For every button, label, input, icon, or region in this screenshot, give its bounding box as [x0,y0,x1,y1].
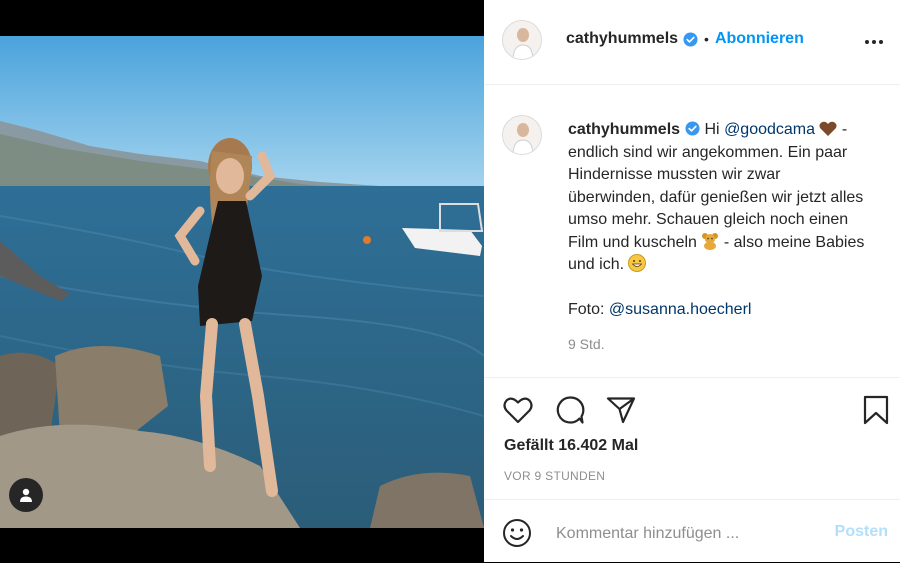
bookmark-icon [863,395,889,425]
photo-illustration [0,36,484,528]
more-options-button[interactable] [862,30,886,54]
grinning-face-emoji [628,254,647,272]
post-header: cathyhummels • Abonnieren [484,0,900,85]
save-button[interactable] [860,394,892,426]
avatar[interactable] [502,20,542,60]
caption-intro: Hi [704,121,725,138]
comment-bar: Posten [484,499,900,563]
user-tag-icon [20,488,32,502]
caption-area: cathyhummels Hi @goodcama - endlich sind… [484,85,900,378]
user-tag-button[interactable] [9,478,43,512]
share-button[interactable] [605,394,637,426]
like-button[interactable] [502,394,534,426]
verified-badge-icon [685,121,700,136]
verified-badge-icon [683,31,698,47]
comment-button[interactable] [554,394,586,426]
header-username[interactable]: cathyhummels [566,30,678,48]
caption-text: cathyhummels Hi @goodcama - endlich sind… [568,119,868,322]
teddy-bear-emoji [702,232,719,250]
photo-pane [0,0,484,562]
avatar-image [503,116,541,154]
follow-button[interactable]: Abonnieren [715,30,804,48]
post-timestamp[interactable]: VOR 9 STUNDEN [504,469,605,483]
photo-credit-label: Foto: [568,301,609,318]
likes-count[interactable]: Gefällt 16.402 Mal [504,437,638,455]
caption-timestamp[interactable]: 9 Std. [568,336,605,352]
paper-plane-icon [606,397,636,424]
comment-bubble-icon [556,396,585,424]
post-comment-button[interactable]: Posten [835,523,888,541]
mention-link[interactable]: @goodcama [724,121,815,138]
post-sidebar: cathyhummels • Abonnieren cathyhummels H… [484,0,900,562]
more-dots-icon [865,40,883,44]
header-user: cathyhummels • Abonnieren [566,30,804,48]
action-bar [484,378,900,438]
avatar-image [503,21,541,59]
brown-heart-emoji [819,121,838,136]
emoji-picker-button[interactable] [502,518,532,548]
comment-input[interactable] [554,520,818,548]
photographer-mention-link[interactable]: @susanna.hoecherl [609,301,752,318]
caption-avatar[interactable] [502,115,542,155]
heart-icon [503,397,533,424]
caption-username[interactable]: cathyhummels [568,121,680,138]
separator-dot: • [704,31,709,47]
post-photo[interactable] [0,36,484,528]
smiley-icon [503,519,531,547]
